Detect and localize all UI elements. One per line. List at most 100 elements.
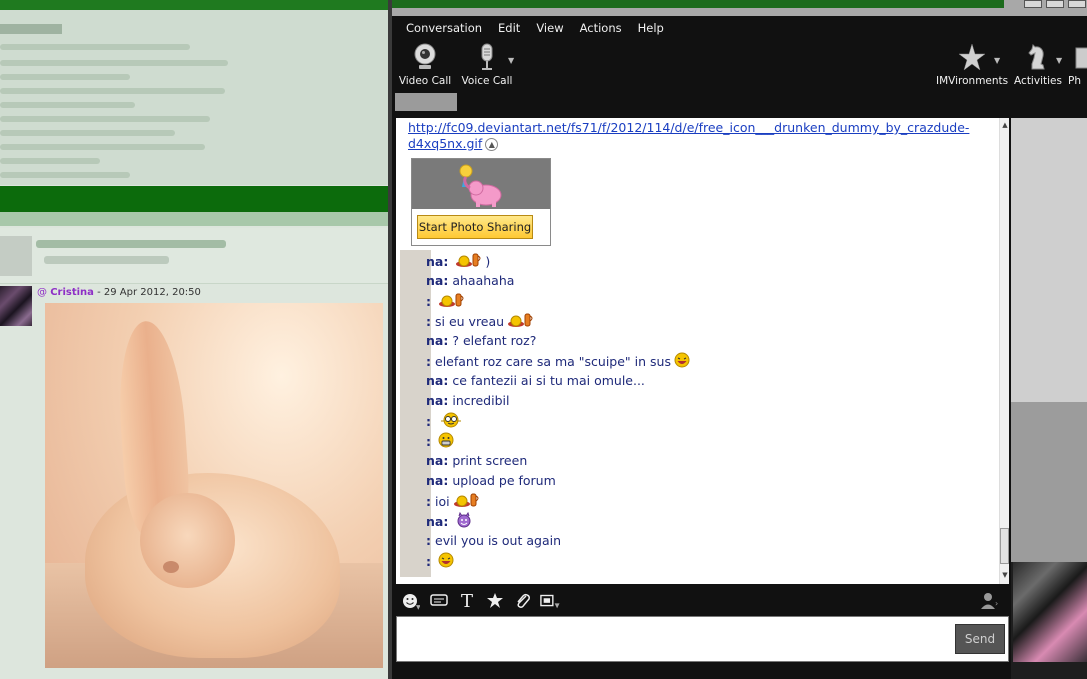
chat-message: na: ce fantezii ai si tu mai omule... — [426, 372, 645, 390]
microphone-icon — [481, 43, 493, 70]
message-tail: ) — [485, 254, 491, 269]
message-sender: : — [426, 533, 431, 548]
send-button[interactable]: Send — [955, 624, 1005, 654]
chat-message: : elefant roz care sa ma "scuipe" in sus — [426, 352, 690, 370]
contact-info-icon[interactable]: › — [979, 590, 1001, 612]
maximize-icon[interactable] — [1046, 0, 1064, 8]
post-username[interactable]: Cristina — [50, 287, 94, 298]
avatar[interactable] — [0, 286, 32, 326]
drunk-icon — [438, 292, 468, 313]
chat-message: : — [426, 292, 468, 310]
attach-icon[interactable] — [512, 590, 534, 612]
chat-message: na:? elefant roz? — [426, 332, 536, 350]
nerd-icon — [438, 412, 464, 433]
message-sender: na: — [426, 254, 449, 269]
wink-icon[interactable] — [484, 590, 506, 612]
shared-link[interactable]: http://fc09.deviantart.net/fs71/f/2012/1… — [408, 120, 969, 152]
chat-message: : — [426, 552, 454, 570]
remote-display-lower — [1011, 402, 1087, 562]
drunk-icon — [455, 252, 485, 273]
drunk-icon — [507, 312, 537, 333]
message-sender: na: — [426, 333, 449, 348]
conversation-log: http://fc09.deviantart.net/fs71/f/2012/1… — [396, 118, 1009, 584]
menu-help[interactable]: Help — [630, 21, 672, 35]
menu-conversation[interactable]: Conversation — [398, 21, 490, 35]
message-text: ? elefant roz? — [452, 333, 537, 348]
chat-message: na: print screen — [426, 452, 527, 470]
at-icon: @ — [37, 287, 51, 298]
message-text: ioi — [435, 494, 450, 509]
svg-text:›: › — [995, 599, 998, 608]
start-photo-sharing-button[interactable]: Start Photo Sharing — [417, 215, 533, 239]
video-call-button[interactable]: Video Call — [392, 40, 458, 92]
blurred-forum-content — [0, 10, 388, 185]
message-sender: : — [426, 414, 431, 429]
main-toolbar: Video Call ▼ Voice Call ▼ IMVironments ▼… — [392, 40, 1087, 92]
message-sender: : — [426, 494, 431, 509]
chat-message: na: incredibil — [426, 392, 509, 410]
drunk-icon — [453, 492, 483, 513]
chat-message: : — [426, 412, 464, 430]
chevron-down-icon[interactable]: ▼ — [994, 56, 1000, 65]
chat-message: : si eu vreau — [426, 312, 537, 330]
message-sender: na: — [426, 373, 449, 388]
imvironments-icon — [958, 43, 986, 71]
restore-icon[interactable] — [1024, 0, 1042, 8]
contact-name-redacted — [395, 93, 457, 111]
forum-window: @ Cristina - 29 Apr 2012, 20:50 — [0, 0, 388, 679]
message-text: elefant roz care sa ma "scuipe" in sus — [435, 354, 671, 369]
link-preview-thumbnail — [412, 159, 550, 209]
message-sender: : — [426, 354, 431, 369]
message-sender: na: — [426, 453, 449, 468]
chevron-down-icon[interactable]: ▼ — [1056, 56, 1062, 65]
forum-green-band — [0, 186, 388, 212]
font-icon[interactable]: T — [456, 590, 478, 612]
chat-scrollbar[interactable]: ▲ ▼ — [999, 118, 1009, 584]
chat-message: na:) — [426, 252, 490, 270]
forum-top-bar — [0, 0, 388, 10]
my-display-picture[interactable] — [1013, 562, 1087, 662]
message-text: upload pe forum — [452, 473, 556, 488]
svg-text:▼: ▼ — [416, 604, 420, 610]
laugh-icon — [438, 552, 454, 573]
message-sender: : — [426, 314, 431, 329]
grin-icon — [438, 432, 454, 453]
webcam-icon — [414, 43, 436, 69]
background-window-strip — [392, 0, 1087, 16]
scroll-down-icon[interactable]: ▼ — [1001, 570, 1009, 580]
menu-view[interactable]: View — [528, 21, 571, 35]
devil-icon — [455, 511, 473, 533]
imvironments-button[interactable]: ▼ IMVironments — [936, 40, 1008, 92]
laugh-icon — [674, 352, 690, 373]
photos-icon — [1075, 47, 1087, 69]
activities-button[interactable]: ▼ Activities — [1010, 40, 1066, 92]
message-input-area: Send — [396, 616, 1009, 662]
pink-elephant-icon — [459, 164, 502, 207]
share-icon[interactable]: ▼ — [540, 590, 562, 612]
collapse-icon[interactable]: ▲ — [485, 138, 499, 151]
message-sender: na: — [426, 393, 449, 408]
message-input[interactable] — [403, 623, 943, 655]
menu-bar: Conversation Edit View Actions Help — [392, 16, 1087, 40]
chat-message: : ioi — [426, 492, 483, 510]
message-sender: : — [426, 294, 431, 309]
menu-edit[interactable]: Edit — [490, 21, 528, 35]
voice-call-button[interactable]: ▼ Voice Call — [454, 40, 520, 92]
chess-knight-icon — [1028, 44, 1045, 70]
blurred-forum-post — [0, 228, 388, 284]
scroll-thumb[interactable] — [1000, 528, 1009, 564]
video-panel — [1011, 118, 1087, 679]
chat-window: Conversation Edit View Actions Help Vide… — [392, 16, 1087, 679]
menu-actions[interactable]: Actions — [572, 21, 630, 35]
scroll-up-icon[interactable]: ▲ — [1001, 120, 1009, 130]
smiley-icon[interactable]: ▼ — [400, 590, 422, 612]
photos-button[interactable]: Ph — [1068, 40, 1087, 92]
format-toolbar: ▼ T ▼ › — [392, 586, 1009, 616]
close-icon[interactable] — [1068, 0, 1086, 8]
message-sender: na: — [426, 273, 449, 288]
message-sender: na: — [426, 514, 449, 529]
nudge-icon[interactable] — [428, 590, 450, 612]
message-text: print screen — [452, 453, 528, 468]
message-text: si eu vreau — [435, 314, 505, 329]
chevron-down-icon[interactable]: ▼ — [508, 56, 514, 65]
